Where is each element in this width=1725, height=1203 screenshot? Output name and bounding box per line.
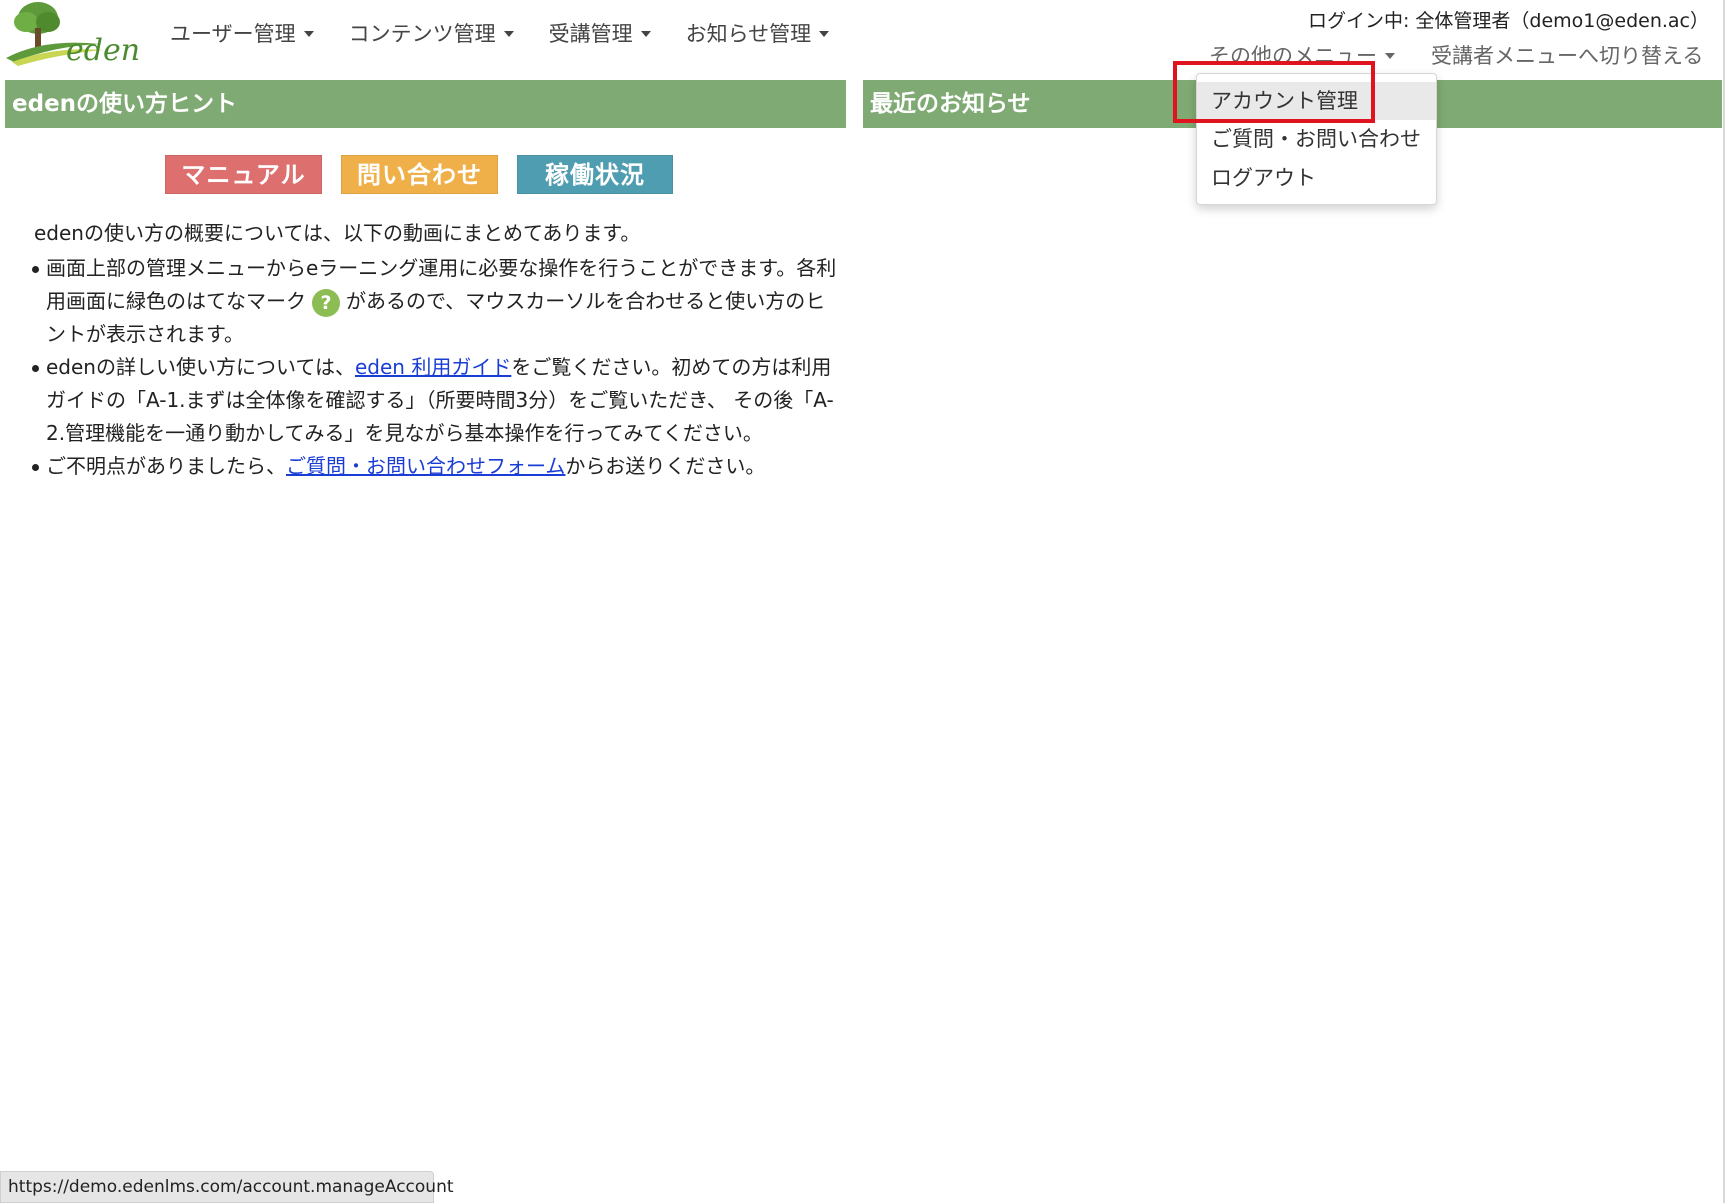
inquiry-menu-item[interactable]: ご質問・お問い合わせ [1197,120,1436,158]
nav-course-management[interactable]: 受講管理 [549,18,651,48]
help-question-icon: ? [312,288,340,317]
caret-down-icon [819,31,830,37]
status-bar-url: https://demo.edenlms.com/account.manageA… [0,1171,454,1203]
caret-down-icon [1385,53,1395,59]
hint-text: ご不明点がありましたら、 [46,454,286,478]
caret-down-icon [303,31,314,37]
hint-text: edenの詳しい使い方については、 [46,355,355,379]
login-status: ログイン中: 全体管理者（demo1@eden.ac） [1307,10,1709,32]
other-menu-dropdown: アカウント管理 ご質問・お問い合わせ ログアウト [1196,73,1437,205]
list-item: 画面上部の管理メニューからeラーニング運用に必要な操作を行うことができます。各利… [32,252,844,351]
nav-course-management-label: 受講管理 [548,22,633,46]
list-item: ご不明点がありましたら、ご質問・お問い合わせフォームからお送りください。 [32,450,844,483]
caret-down-icon [503,31,514,37]
usage-guide-link[interactable]: eden 利用ガイド [355,355,511,379]
main-nav: ユーザー管理 コンテンツ管理 受講管理 お知らせ管理 [170,18,864,48]
nav-notice-management[interactable]: お知らせ管理 [686,18,830,48]
other-menu-label: その他のメニュー [1209,44,1377,68]
hints-body: edenの使い方の概要については、以下の動画にまとめてあります。 画面上部の管理… [32,218,844,483]
hints-list: 画面上部の管理メニューからeラーニング運用に必要な操作を行うことができます。各利… [32,252,844,483]
switch-to-learner-menu-link[interactable]: 受講者メニューへ切り替える [1431,40,1703,70]
hints-panel-title: edenの使い方ヒント [5,80,846,128]
contact-button[interactable]: 問い合わせ [341,155,498,194]
hints-intro: edenの使い方の概要については、以下の動画にまとめてあります。 [34,221,641,245]
caret-down-icon [640,31,651,37]
account-management-menu-item[interactable]: アカウント管理 [1197,82,1436,120]
inquiry-form-link[interactable]: ご質問・お問い合わせフォーム [286,454,565,478]
nav-content-management-label: コンテンツ管理 [348,22,496,46]
nav-content-management[interactable]: コンテンツ管理 [349,18,514,48]
nav-user-management-label: ユーザー管理 [170,22,296,46]
eden-logo[interactable]: eden [4,0,146,68]
list-item: edenの詳しい使い方については、eden 利用ガイドをご覧ください。初めての方… [32,351,844,450]
other-menu-toggle[interactable]: その他のメニュー [1209,40,1395,70]
nav-notice-management-label: お知らせ管理 [685,22,812,46]
nav-user-management[interactable]: ユーザー管理 [170,18,314,48]
manual-button[interactable]: マニュアル [165,155,322,194]
bullet-icon [32,464,39,471]
bullet-icon [32,365,39,372]
bullet-icon [32,266,39,273]
svg-text:eden: eden [66,33,140,66]
hint-text: からお送りください。 [565,454,766,478]
logout-menu-item[interactable]: ログアウト [1197,159,1436,197]
system-status-button[interactable]: 稼働状況 [517,155,673,194]
